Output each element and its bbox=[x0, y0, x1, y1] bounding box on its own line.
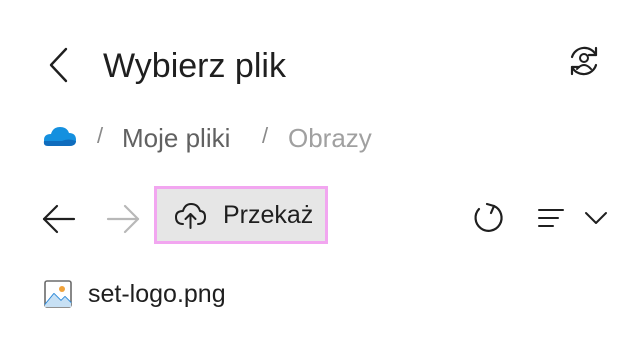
view-options-dropdown[interactable] bbox=[536, 203, 610, 233]
arrow-left-icon bbox=[42, 204, 76, 234]
onedrive-root-crumb[interactable] bbox=[42, 124, 78, 150]
chevron-down-icon bbox=[585, 212, 607, 224]
chevron-left-icon bbox=[49, 47, 68, 83]
breadcrumb-moje-pliki[interactable]: Moje pliki bbox=[122, 122, 230, 154]
page-title: Wybierz plik bbox=[103, 47, 286, 85]
person-switch-icon bbox=[570, 46, 598, 76]
breadcrumb-obrazy: Obrazy bbox=[288, 123, 372, 153]
upload-button[interactable]: Przekaż bbox=[154, 186, 328, 244]
image-file-icon bbox=[44, 280, 72, 308]
upload-button-label: Przekaż bbox=[223, 200, 314, 229]
breadcrumb-separator: / bbox=[262, 123, 269, 148]
file-name: set-logo.png bbox=[88, 279, 226, 308]
back-button[interactable] bbox=[44, 46, 74, 84]
breadcrumb-separator: / bbox=[97, 123, 104, 148]
navigate-forward-button[interactable] bbox=[104, 200, 142, 238]
onedrive-cloud-icon bbox=[43, 127, 76, 146]
list-item[interactable]: set-logo.png bbox=[42, 276, 226, 312]
arrow-right-icon bbox=[106, 204, 140, 234]
switch-account-button[interactable] bbox=[565, 42, 603, 80]
navigate-back-button[interactable] bbox=[40, 200, 78, 238]
list-lines-icon bbox=[538, 209, 564, 227]
cloud-upload-icon bbox=[175, 203, 206, 229]
refresh-button[interactable] bbox=[470, 200, 506, 236]
refresh-icon bbox=[474, 202, 503, 232]
